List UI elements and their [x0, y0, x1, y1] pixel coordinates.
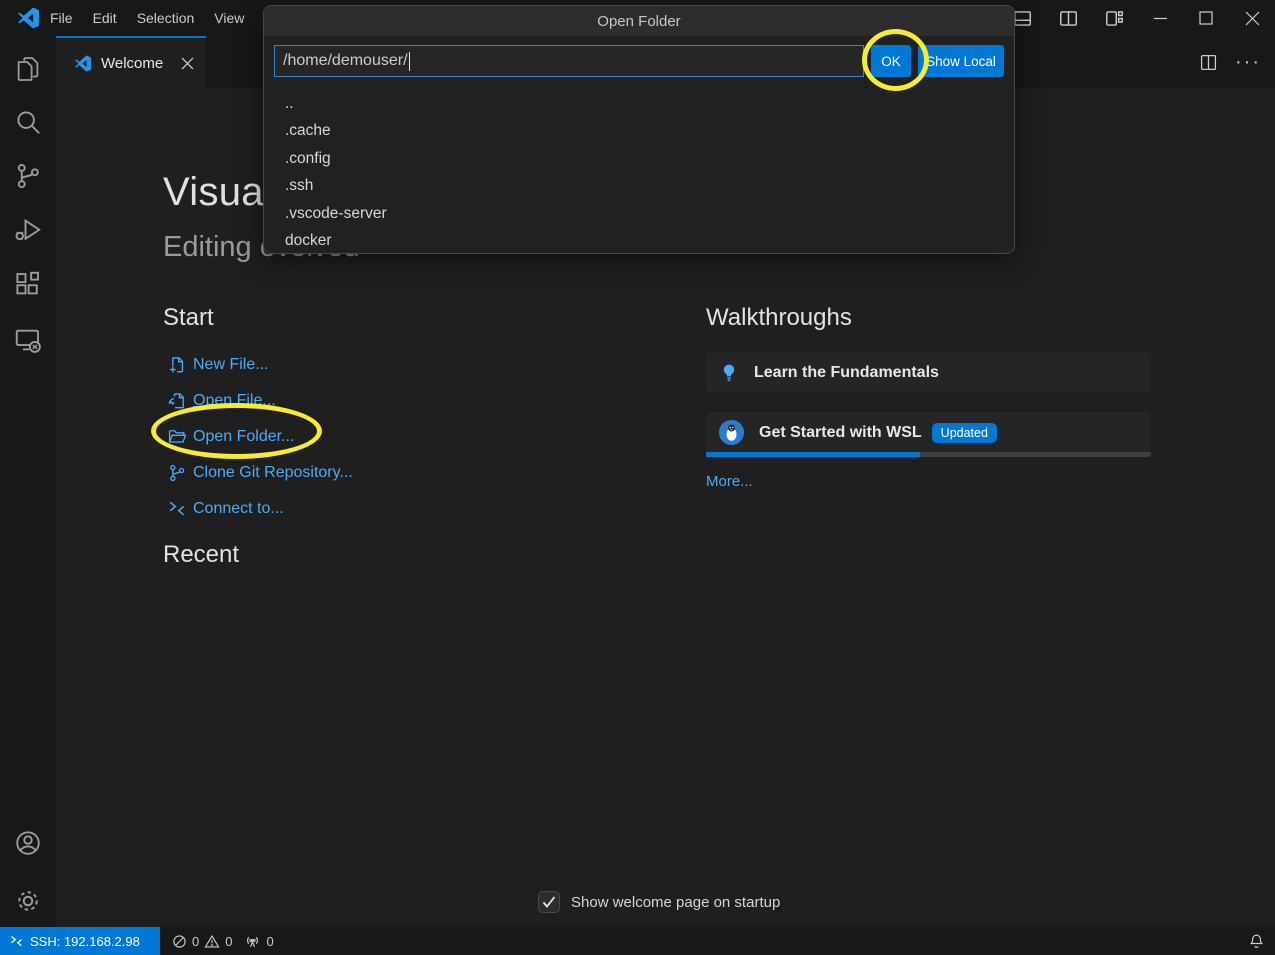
- open-file-icon: [167, 390, 193, 412]
- layout-customize-icon[interactable]: [1091, 0, 1137, 36]
- recent-heading: Recent: [163, 541, 239, 569]
- walkthrough-progress-fill: [706, 452, 920, 457]
- remote-icon: [167, 498, 193, 520]
- lightbulb-icon: [718, 361, 740, 385]
- dialog-input-row: /home/demouser/ OK Show Local: [274, 45, 1004, 77]
- new-file-icon: [167, 354, 193, 376]
- check-icon: [542, 896, 556, 908]
- vscode-logo-icon: [17, 7, 40, 29]
- wsl-icon: [718, 419, 745, 446]
- start-heading: Start: [163, 304, 214, 332]
- extensions-icon[interactable]: [13, 269, 43, 299]
- start-item-connect-to[interactable]: Connect to...: [167, 491, 353, 527]
- source-control-icon[interactable]: [13, 161, 43, 191]
- open-folder-icon: [167, 426, 193, 448]
- search-icon[interactable]: [13, 107, 43, 137]
- menu-view[interactable]: View: [204, 6, 254, 30]
- folder-list-item[interactable]: .ssh: [264, 173, 1014, 201]
- menu-bar: File Edit Selection View: [40, 0, 254, 36]
- folder-list-item[interactable]: .cache: [264, 118, 1014, 146]
- vscode-window: File Edit Selection View: [0, 0, 1275, 955]
- ok-button[interactable]: OK: [871, 45, 911, 77]
- problems-indicator[interactable]: 0 0: [172, 934, 232, 949]
- tab-close-icon[interactable]: [181, 57, 194, 70]
- minimize-icon[interactable]: [1137, 0, 1183, 36]
- start-item-open-file[interactable]: Open File...: [167, 383, 353, 419]
- startup-checkbox-row: Show welcome page on startup: [538, 891, 780, 913]
- walkthrough-card-fundamentals[interactable]: Learn the Fundamentals: [706, 352, 1151, 393]
- layout-sidebar-right-icon[interactable]: [1045, 0, 1091, 36]
- startup-checkbox-label: Show welcome page on startup: [571, 894, 780, 911]
- folder-list-item[interactable]: .vscode-server: [264, 200, 1014, 228]
- ellipsis-icon[interactable]: ···: [1235, 57, 1261, 67]
- path-input[interactable]: /home/demouser/: [274, 45, 864, 77]
- split-editor-icon[interactable]: [1200, 54, 1217, 71]
- status-bar: SSH: 192.168.2.98 0 0 0: [0, 927, 1275, 955]
- dialog-title: Open Folder: [264, 6, 1014, 36]
- window-controls: [999, 0, 1275, 36]
- editor-actions: ···: [1200, 36, 1261, 88]
- menu-file[interactable]: File: [40, 6, 83, 30]
- warning-icon: [204, 934, 220, 949]
- walkthrough-card-wsl[interactable]: Get Started with WSL Updated: [706, 412, 1151, 453]
- remote-indicator[interactable]: SSH: 192.168.2.98: [0, 927, 160, 955]
- activity-bar: [0, 36, 56, 927]
- more-link[interactable]: More...: [706, 473, 753, 490]
- ports-indicator[interactable]: 0: [244, 933, 273, 949]
- git-branch-icon: [167, 462, 193, 484]
- start-item-clone-repo[interactable]: Clone Git Repository...: [167, 455, 353, 491]
- tab-label: Welcome: [101, 55, 175, 72]
- tab-welcome[interactable]: Welcome: [56, 36, 206, 88]
- menu-edit[interactable]: Edit: [83, 6, 127, 30]
- bell-icon: [1248, 933, 1265, 950]
- folder-list-item[interactable]: ..: [264, 90, 1014, 118]
- vscode-logo-icon: [74, 55, 92, 72]
- error-icon: [172, 934, 187, 949]
- run-debug-icon[interactable]: [13, 215, 43, 245]
- start-list: New File... Open File... Open Folder... …: [167, 347, 353, 527]
- text-caret: [409, 52, 411, 71]
- settings-gear-icon[interactable]: [13, 886, 43, 916]
- files-icon[interactable]: [13, 54, 43, 84]
- walkthroughs-heading: Walkthroughs: [706, 304, 852, 332]
- close-icon[interactable]: [1229, 0, 1275, 36]
- remote-icon: [9, 934, 24, 949]
- show-local-button[interactable]: Show Local: [918, 45, 1004, 77]
- start-item-new-file[interactable]: New File...: [167, 347, 353, 383]
- open-folder-dialog: Open Folder /home/demouser/ OK Show Loca…: [263, 5, 1015, 254]
- maximize-icon[interactable]: [1183, 0, 1229, 36]
- folder-list-item[interactable]: docker: [264, 228, 1014, 256]
- radio-tower-icon: [244, 933, 261, 949]
- remote-explorer-icon[interactable]: [13, 325, 43, 355]
- startup-checkbox[interactable]: [538, 891, 560, 913]
- account-icon[interactable]: [13, 828, 43, 858]
- updated-badge: Updated: [932, 423, 997, 443]
- walkthrough-progress: [706, 452, 1151, 457]
- menu-selection[interactable]: Selection: [127, 6, 205, 30]
- notifications-bell[interactable]: [1248, 927, 1265, 955]
- folder-list: .. .cache .config .ssh .vscode-server do…: [264, 90, 1014, 255]
- start-item-open-folder[interactable]: Open Folder...: [167, 419, 353, 455]
- folder-list-item[interactable]: .config: [264, 145, 1014, 173]
